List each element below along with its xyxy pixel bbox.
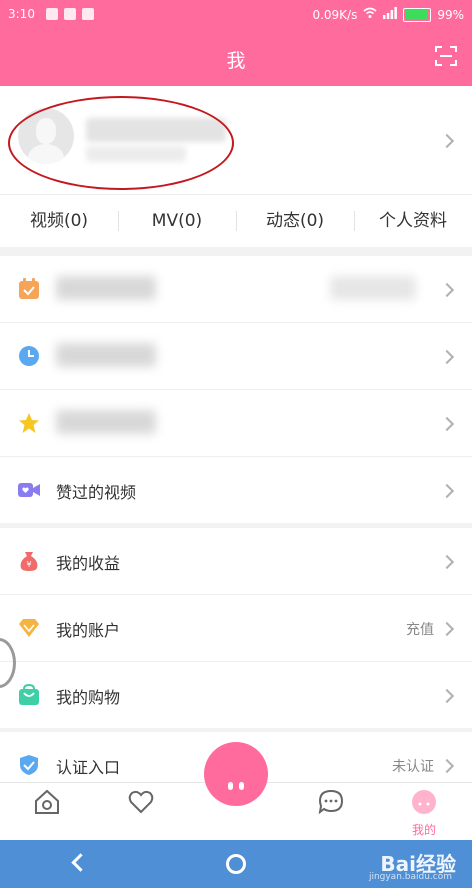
chevron-right-icon bbox=[439, 133, 455, 149]
menu-item-calendar[interactable] bbox=[0, 256, 472, 322]
menu-item-label: 我的购物 bbox=[56, 688, 121, 707]
tab-profile-info[interactable]: 个人资料 bbox=[354, 195, 472, 247]
menu-group-wallet: ¥ 我的收益 我的账户 充值 我的购物 bbox=[0, 528, 472, 728]
app-notification-icon bbox=[64, 8, 76, 20]
chevron-right-icon bbox=[439, 483, 455, 499]
menu-item-label: 我的账户 bbox=[56, 621, 121, 640]
home-button[interactable] bbox=[226, 854, 246, 874]
network-speed: 0.09K/s bbox=[312, 7, 358, 22]
chevron-right-icon bbox=[439, 621, 455, 637]
chat-icon bbox=[318, 789, 344, 815]
tab-mv[interactable]: MV(0) bbox=[118, 195, 236, 247]
nav-label: 我的 bbox=[411, 823, 436, 837]
scan-icon[interactable] bbox=[434, 44, 458, 68]
blurred-label bbox=[56, 276, 156, 300]
money-bag-icon: ¥ bbox=[20, 552, 38, 571]
battery-icon bbox=[403, 7, 432, 22]
center-record-button[interactable] bbox=[204, 742, 268, 806]
message-icon bbox=[82, 8, 94, 20]
calendar-icon bbox=[19, 278, 39, 299]
app-header: 我 bbox=[0, 30, 472, 86]
back-button[interactable] bbox=[71, 853, 90, 872]
profile-face-icon bbox=[412, 790, 436, 814]
menu-group-activity: 赞过的视频 bbox=[0, 256, 472, 523]
menu-item-favorites[interactable] bbox=[0, 389, 472, 456]
annotation-circle bbox=[8, 96, 234, 190]
battery-level: 99% bbox=[437, 7, 464, 22]
recharge-link[interactable]: 充值 bbox=[406, 619, 434, 639]
nav-home[interactable] bbox=[12, 783, 82, 841]
menu-item-label: 赞过的视频 bbox=[56, 483, 137, 502]
page-title: 我 bbox=[226, 50, 246, 72]
menu-item-history[interactable] bbox=[0, 322, 472, 389]
system-nav-bar: Bai经验 jingyan.baidu.com bbox=[0, 840, 472, 888]
chevron-right-icon bbox=[439, 349, 455, 365]
menu-item-earnings[interactable]: ¥ 我的收益 bbox=[0, 528, 472, 594]
tab-posts[interactable]: 动态(0) bbox=[236, 195, 354, 247]
status-time: 3:10 bbox=[8, 7, 35, 21]
profile-tabs: 视频(0) MV(0) 动态(0) 个人资料 bbox=[0, 194, 472, 247]
menu-item-liked-videos[interactable]: 赞过的视频 bbox=[0, 456, 472, 523]
menu-item-label: 我的收益 bbox=[56, 554, 121, 573]
chevron-right-icon bbox=[439, 554, 455, 570]
blurred-value bbox=[330, 276, 416, 300]
svg-text:¥: ¥ bbox=[26, 560, 31, 569]
video-icon bbox=[18, 483, 40, 497]
status-right: 0.09K/s 99% bbox=[312, 7, 464, 22]
chevron-right-icon bbox=[439, 758, 455, 774]
nav-follow[interactable] bbox=[106, 783, 176, 841]
blurred-label bbox=[56, 410, 156, 434]
clock-icon bbox=[19, 346, 39, 366]
notification-icons bbox=[46, 8, 94, 20]
chevron-right-icon bbox=[439, 416, 455, 432]
menu-item-shopping[interactable]: 我的购物 bbox=[0, 661, 472, 728]
nav-messages[interactable] bbox=[296, 783, 366, 841]
star-icon bbox=[19, 413, 39, 433]
chevron-right-icon bbox=[439, 688, 455, 704]
home-icon bbox=[35, 789, 59, 814]
menu-item-account[interactable]: 我的账户 充值 bbox=[0, 594, 472, 661]
nav-me[interactable]: 我的 bbox=[389, 783, 459, 841]
usb-icon bbox=[46, 8, 58, 20]
mascot-eye-left bbox=[228, 782, 233, 790]
blurred-label bbox=[56, 343, 156, 367]
heart-icon bbox=[128, 790, 154, 814]
menu-item-label: 认证入口 bbox=[56, 758, 121, 777]
chevron-right-icon bbox=[439, 282, 455, 298]
verification-status: 未认证 bbox=[392, 759, 434, 775]
diamond-icon bbox=[19, 619, 39, 637]
shield-icon bbox=[20, 755, 38, 775]
watermark-url: jingyan.baidu.com bbox=[368, 872, 452, 882]
tab-videos[interactable]: 视频(0) bbox=[0, 195, 118, 247]
mascot-eye-right bbox=[239, 782, 244, 790]
shopping-bag-icon bbox=[19, 684, 39, 705]
signal-icon bbox=[383, 7, 398, 22]
wifi-icon bbox=[363, 7, 377, 22]
status-bar: 3:10 0.09K/s 99% bbox=[0, 0, 472, 30]
